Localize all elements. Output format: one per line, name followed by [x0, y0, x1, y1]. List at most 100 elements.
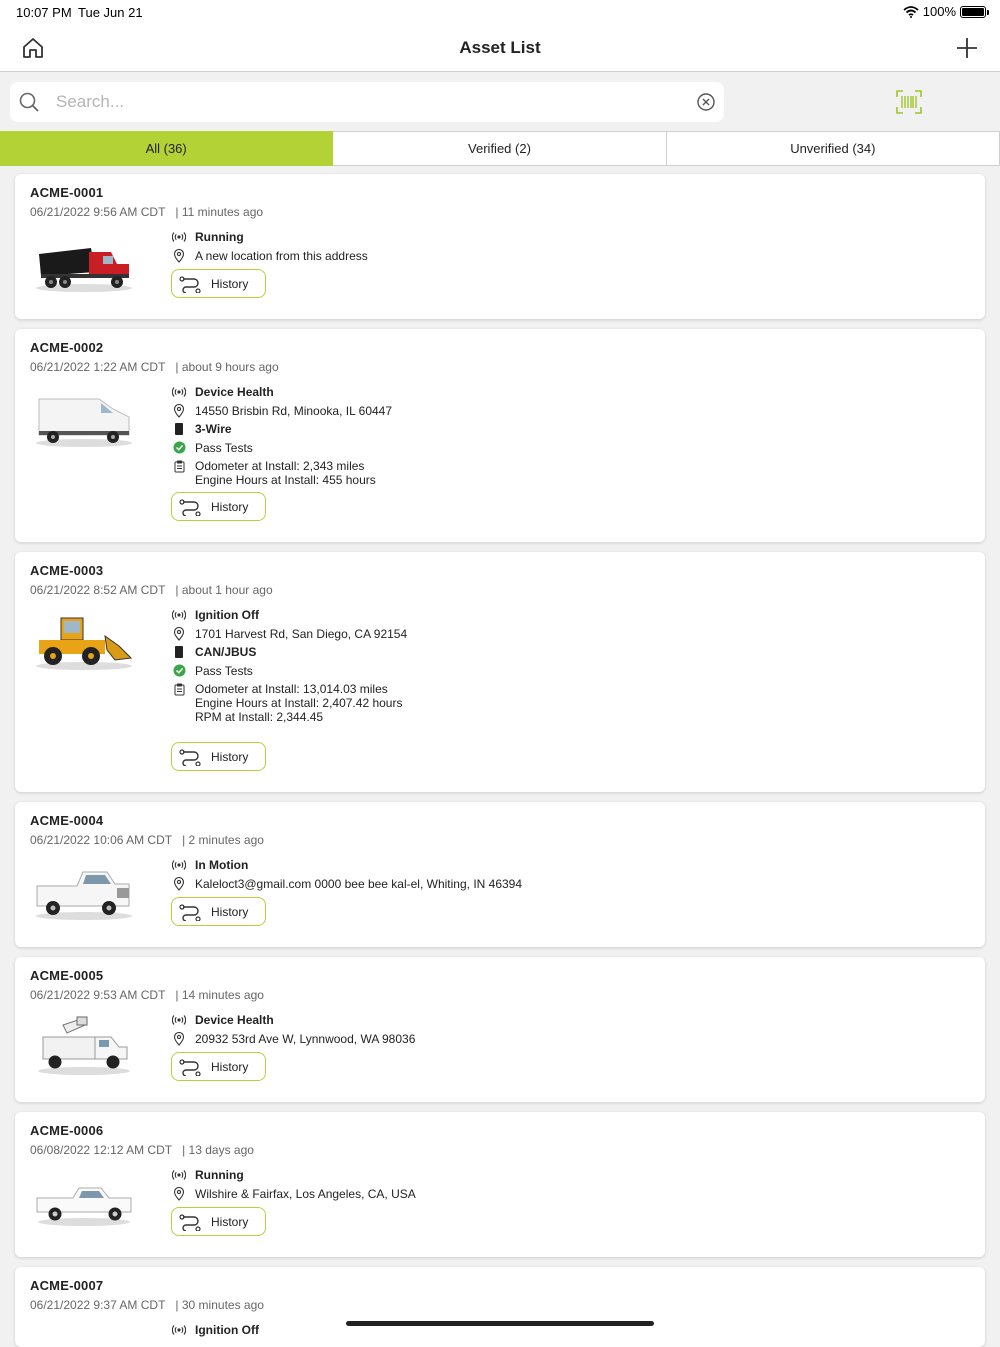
status-row: Device Health	[171, 1013, 415, 1027]
barcode-scan-icon[interactable]	[896, 90, 922, 114]
cargo-van-image	[36, 398, 132, 447]
status-row: Device Health	[171, 385, 392, 399]
route-icon	[179, 748, 201, 766]
signal-icon	[171, 608, 187, 622]
odometer-text: Odometer at Install: 13,014.03 miles Eng…	[195, 682, 402, 724]
search-row	[0, 73, 1000, 131]
asset-timestamp: 06/21/2022 10:06 AM CDT | 2 minutes ago	[30, 833, 264, 847]
history-button[interactable]: History	[171, 1207, 266, 1236]
timestamp-text: 06/21/2022 8:52 AM CDT	[30, 583, 166, 597]
location-row: 20932 53rd Ave W, Lynnwood, WA 98036	[171, 1031, 415, 1046]
relative-time: | 13 days ago	[182, 1143, 254, 1157]
route-icon	[179, 275, 201, 293]
search-icon	[19, 92, 39, 112]
history-button[interactable]: History	[171, 742, 266, 771]
clipboard-icon	[171, 459, 187, 473]
asset-id: ACME-0004	[30, 813, 104, 828]
history-label: History	[211, 499, 249, 514]
asset-card[interactable]: ACME-0006 06/08/2022 12:12 AM CDT | 13 da…	[15, 1112, 985, 1257]
add-asset-icon[interactable]	[954, 35, 980, 61]
location-row: 14550 Brisbin Rd, Minooka, IL 60447	[171, 403, 393, 418]
location-text: Kaleloct3@gmail.com 0000 bee bee kal-el,…	[195, 876, 523, 891]
signal-icon	[171, 858, 187, 872]
location-text: A new location from this address	[195, 248, 368, 263]
status-date: Tue Jun 21	[78, 5, 143, 20]
search-input[interactable]	[56, 88, 676, 116]
asset-details: In Motion Kaleloct3@gmail.com 0000 bee b…	[171, 858, 522, 895]
location-row: Wilshire & Fairfax, Los Angeles, CA, USA	[171, 1186, 416, 1201]
status-time: 10:07 PM	[16, 5, 72, 20]
history-label: History	[211, 749, 249, 764]
status-text: Ignition Off	[195, 1323, 259, 1337]
history-button[interactable]: History	[171, 269, 266, 298]
status-text: Running	[195, 230, 244, 244]
asset-card[interactable]: ACME-0007 06/21/2022 9:37 AM CDT | 30 min…	[15, 1267, 985, 1347]
check-circle-icon	[171, 664, 187, 678]
status-text: Device Health	[195, 385, 274, 399]
asset-id: ACME-0005	[30, 968, 104, 983]
route-icon	[179, 903, 201, 921]
clear-search-icon[interactable]	[696, 92, 716, 112]
route-icon	[179, 1058, 201, 1076]
device-icon	[171, 422, 187, 436]
location-pin-icon	[171, 876, 187, 891]
location-row: Kaleloct3@gmail.com 0000 bee bee kal-el,…	[171, 876, 523, 891]
engine-hours-line: Engine Hours at Install: 455 hours	[195, 473, 376, 488]
history-label: History	[211, 904, 249, 919]
signal-icon	[171, 230, 187, 244]
wiring-text: 3-Wire	[195, 422, 232, 437]
tests-row: Pass Tests	[171, 441, 392, 455]
asset-id: ACME-0001	[30, 185, 104, 200]
tests-text: Pass Tests	[195, 663, 253, 678]
tab-unverified[interactable]: Unverified (34)	[666, 131, 1000, 166]
asset-details: Running A new location from this address	[171, 230, 368, 267]
history-label: History	[211, 276, 249, 291]
signal-icon	[171, 1168, 187, 1182]
history-button[interactable]: History	[171, 492, 266, 521]
asset-timestamp: 06/21/2022 1:22 AM CDT | about 9 hours ag…	[30, 360, 279, 374]
dump-truck-image	[36, 248, 132, 292]
timestamp-text: 06/08/2022 12:12 AM CDT	[30, 1143, 173, 1157]
location-row: 1701 Harvest Rd, San Diego, CA 92154	[171, 626, 408, 641]
status-text: Device Health	[195, 1013, 274, 1027]
tab-all[interactable]: All (36)	[0, 131, 334, 166]
asset-id: ACME-0006	[30, 1123, 104, 1138]
asset-details: Ignition Off	[171, 1323, 259, 1342]
wiring-row: 3-Wire	[171, 422, 392, 436]
odometer-line: Odometer at Install: 2,343 miles	[195, 459, 365, 474]
history-button[interactable]: History	[171, 897, 266, 926]
history-button[interactable]: History	[171, 1052, 266, 1081]
odometer-row: Odometer at Install: 13,014.03 miles Eng…	[171, 682, 407, 724]
asset-details: Device Health 14550 Brisbin Rd, Minooka,…	[171, 385, 392, 492]
signal-icon	[171, 385, 187, 399]
asset-card[interactable]: ACME-0005 06/21/2022 9:53 AM CDT | 14 min…	[15, 957, 985, 1102]
tests-text: Pass Tests	[195, 440, 253, 455]
relative-time: | about 1 hour ago	[175, 583, 273, 597]
location-text: 1701 Harvest Rd, San Diego, CA 92154	[195, 626, 408, 641]
timestamp-text: 06/21/2022 9:53 AM CDT	[30, 988, 166, 1002]
tab-verified[interactable]: Verified (2)	[333, 131, 667, 166]
wiring-row: CAN/JBUS	[171, 645, 407, 659]
asset-card[interactable]: ACME-0003 06/21/2022 8:52 AM CDT | about …	[15, 552, 985, 792]
asset-card[interactable]: ACME-0004 06/21/2022 10:06 AM CDT | 2 min…	[15, 802, 985, 947]
signal-icon	[171, 1013, 187, 1027]
nav-bar: Asset List	[0, 24, 1000, 72]
asset-card[interactable]: ACME-0001 06/21/2022 9:56 AM CDT | 11 min…	[15, 174, 985, 319]
asset-card[interactable]: ACME-0002 06/21/2022 1:22 AM CDT | about …	[15, 329, 985, 542]
tests-row: Pass Tests	[171, 664, 407, 678]
location-text: 14550 Brisbin Rd, Minooka, IL 60447	[195, 403, 393, 418]
timestamp-text: 06/21/2022 9:56 AM CDT	[30, 205, 166, 219]
search-box	[10, 82, 724, 122]
odometer-text: Odometer at Install: 2,343 miles Engine …	[195, 459, 376, 487]
asset-details: Device Health 20932 53rd Ave W, Lynnwood…	[171, 1013, 415, 1050]
timestamp-text: 06/21/2022 10:06 AM CDT	[30, 833, 173, 847]
home-indicator[interactable]	[346, 1321, 654, 1326]
route-icon	[179, 498, 201, 516]
asset-id: ACME-0007	[30, 1278, 104, 1293]
relative-time: | 30 minutes ago	[175, 1298, 264, 1312]
location-row: A new location from this address	[171, 248, 368, 263]
timestamp-text: 06/21/2022 1:22 AM CDT	[30, 360, 166, 374]
location-pin-icon	[171, 626, 187, 641]
asset-timestamp: 06/21/2022 9:56 AM CDT | 11 minutes ago	[30, 205, 263, 219]
asset-id: ACME-0002	[30, 340, 104, 355]
